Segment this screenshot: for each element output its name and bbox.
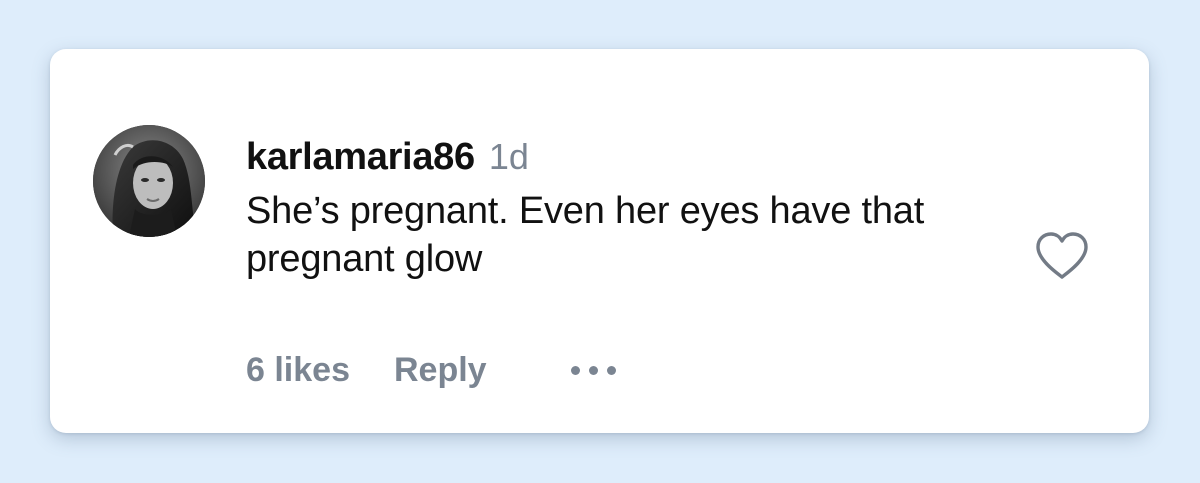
comment-header: karlamaria86 1d bbox=[246, 133, 1006, 181]
comment-card: karlamaria86 1d She’s pregnant. Even her… bbox=[50, 49, 1149, 433]
comment-body: karlamaria86 1d She’s pregnant. Even her… bbox=[246, 133, 1006, 283]
avatar[interactable] bbox=[93, 125, 205, 237]
more-options-icon[interactable] bbox=[570, 355, 616, 385]
likes-count-button[interactable]: 6 likes bbox=[246, 351, 350, 390]
comment-timestamp[interactable]: 1d bbox=[489, 133, 529, 181]
more-dot bbox=[588, 365, 598, 375]
comment-text: She’s pregnant. Even her eyes have that … bbox=[246, 190, 925, 280]
more-dot bbox=[606, 365, 616, 375]
reply-button[interactable]: Reply bbox=[394, 351, 487, 390]
username-link[interactable]: karlamaria86 bbox=[246, 133, 475, 181]
avatar-photo bbox=[93, 125, 205, 237]
more-dot bbox=[570, 365, 580, 375]
heart-outline-icon[interactable] bbox=[1034, 231, 1090, 281]
comment-actions: 6 likes Reply bbox=[246, 343, 616, 397]
